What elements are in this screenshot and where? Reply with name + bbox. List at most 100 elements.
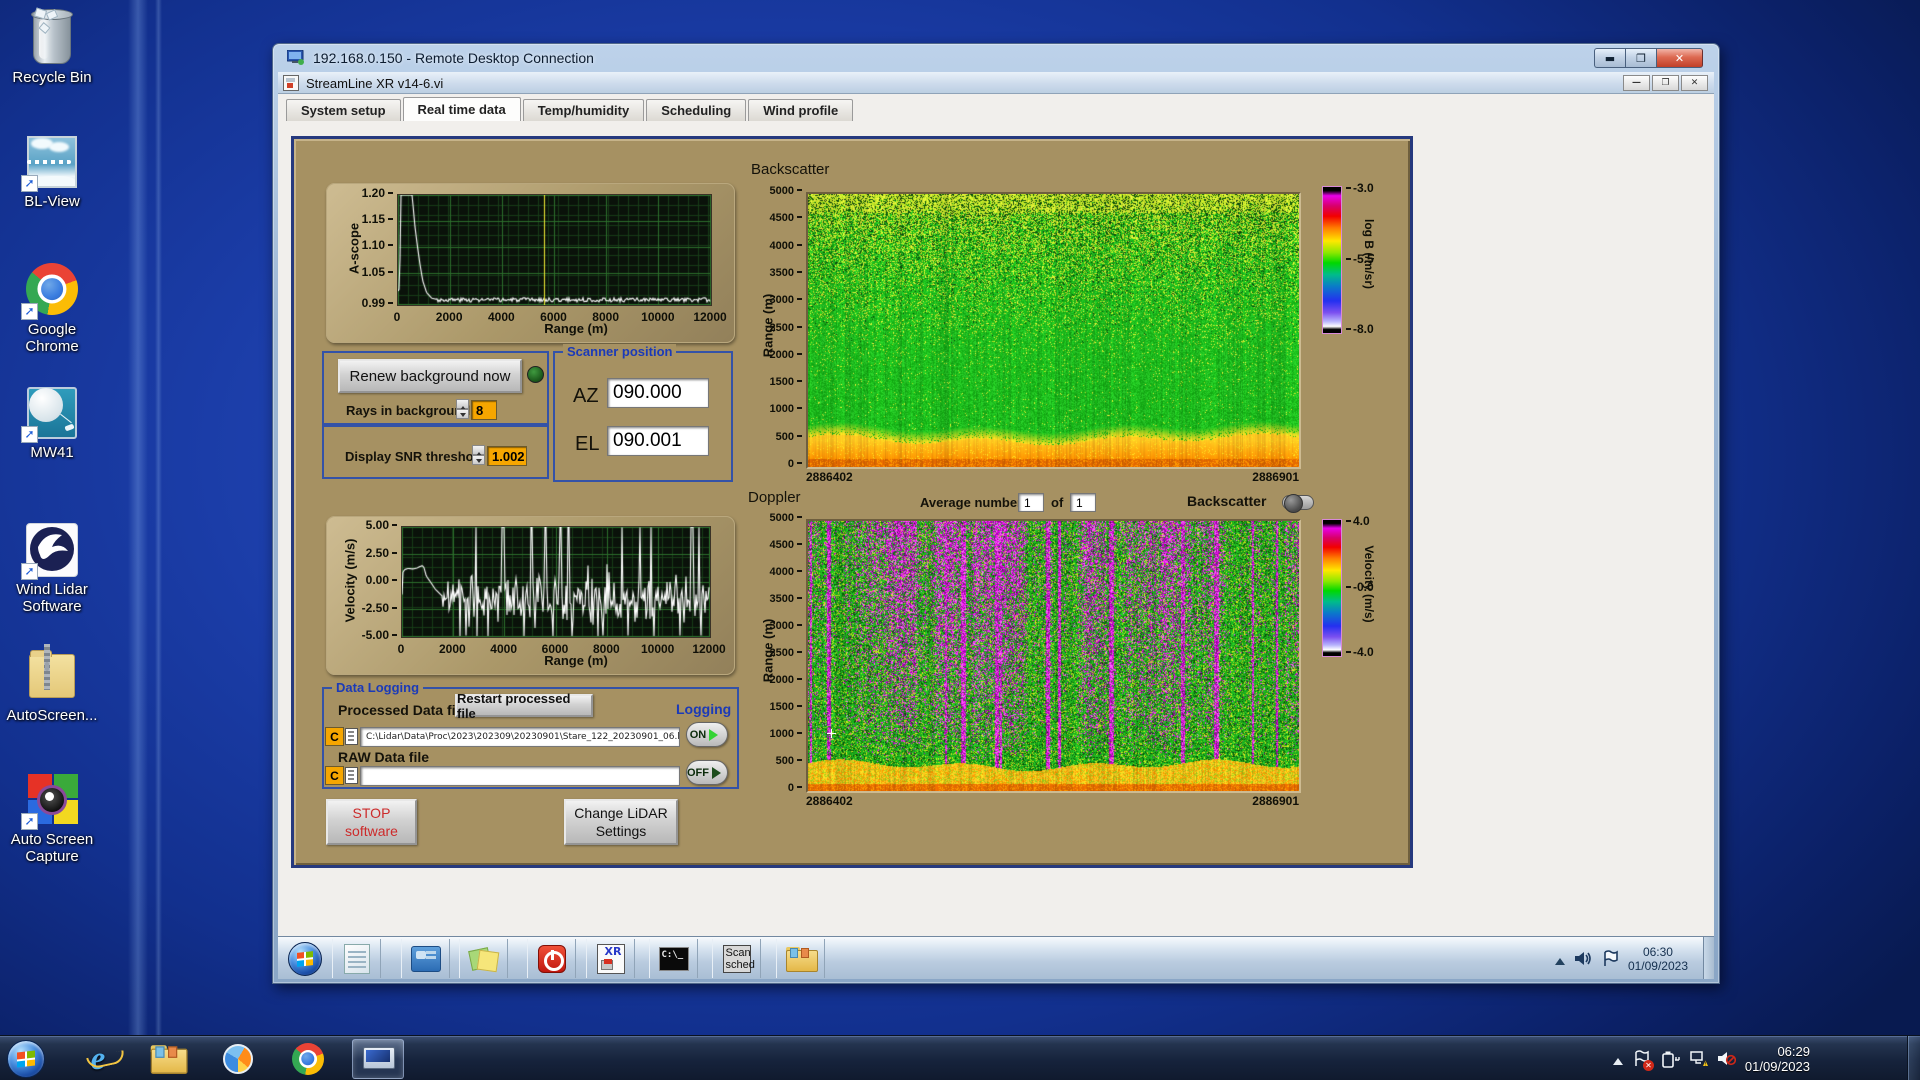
renew-background-button[interactable]: Renew background now [338,359,522,393]
desktop-icon-google-chrome[interactable]: ➚ Google Chrome [4,262,100,355]
display-settings-icon [410,945,441,972]
action-center-flag-error-icon[interactable]: ✕ [1633,1049,1654,1071]
x-tick-label: 8000 [592,642,620,656]
velocity-plot-canvas[interactable] [401,526,711,638]
change-lidar-settings-button[interactable]: Change LiDAR Settings [564,799,678,845]
desktop-icon-bl-view[interactable]: ➚ BL-View [4,134,100,210]
remote-clock[interactable]: 06:30 01/09/2023 [1628,945,1688,973]
network-warning-icon[interactable]: ! [1689,1050,1708,1068]
average-number-field[interactable]: 1 [1018,493,1044,512]
remote-taskbar-streamline-vi[interactable]: XR [586,939,635,978]
y-tick-label: -5.00 [349,628,397,642]
desktop-icon-autoscreen-zip[interactable]: AutoScreen... [4,644,100,724]
remote-start-button[interactable] [280,939,329,978]
taskbar-google-chrome[interactable] [288,1039,328,1079]
remote-taskbar-sticky-notes[interactable] [459,939,508,978]
show-desktop-button[interactable] [1907,1036,1920,1080]
taskbar-clock[interactable]: 06:29 01/09/2023 [1745,1044,1810,1074]
raw-drive-letter[interactable]: C [325,766,344,785]
az-value-field[interactable]: 090.000 [607,378,709,408]
start-button[interactable] [6,1039,46,1079]
tab-wind-profile[interactable]: Wind profile [748,99,854,121]
tab-system-setup[interactable]: System setup [286,99,401,121]
raw-path-field[interactable] [360,766,680,786]
rays-spinner[interactable] [456,399,469,419]
y-tick-label: 3500 [754,267,802,279]
desktop-icon-label: Auto Screen Capture [10,831,94,865]
doppler-x-end: 2886901 [1252,794,1299,808]
command-prompt-icon: C:\_ [658,946,689,971]
stop-software-button[interactable]: STOP software [326,799,417,845]
taskbar: e ✕ ! 06:29 01/09/2023 [0,1035,1920,1080]
remote-date: 01/09/2023 [1627,958,1688,973]
y-tick-label: 1500 [754,376,802,388]
taskbar-windows-media-player[interactable] [218,1039,258,1079]
y-tick-label: 0.00 [349,573,397,587]
remote-taskbar-folder[interactable] [776,939,825,978]
ascope-plot-canvas[interactable] [397,194,712,306]
desktop-icon-label: Wind Lidar Software [16,581,88,615]
doppler-heatmap-group: Range (m) 2886402 2886901 5000 4500 4000 35… [756,512,1356,813]
processed-drive-letter[interactable]: C [325,727,344,746]
speaker-muted-icon[interactable] [1717,1050,1737,1068]
vi-titlebar[interactable]: StreamLine XR v14-6.vi — ❐ ✕ [278,72,1714,94]
chrome-icon [292,1043,324,1075]
shortcut-arrow-icon: ➚ [21,813,38,830]
desktop-icon-recycle-bin[interactable]: Recycle Bin [4,7,100,86]
remote-taskbar-scan-scheduler[interactable]: Scan sched [712,939,761,978]
system-tray: ✕ ! 06:29 01/09/2023 [1612,1036,1810,1080]
raw-file-icon [345,767,358,784]
raw-logging-off-button[interactable]: OFF [686,760,728,785]
remote-taskbar-stop-software[interactable] [527,939,576,978]
az-label: AZ [573,385,599,407]
remote-tray-expand-icon[interactable] [1554,953,1565,965]
vi-close-button[interactable]: ✕ [1681,75,1708,91]
error-badge: ✕ [1642,1059,1654,1071]
on-led-icon [709,728,724,741]
rdp-titlebar[interactable]: 192.168.0.150 - Remote Desktop Connectio… [273,44,1719,72]
snr-spinner[interactable] [472,445,485,465]
tab-scheduling[interactable]: Scheduling [646,99,747,121]
remote-action-center-flag-icon[interactable] [1602,950,1619,967]
taskbar-internet-explorer[interactable]: e [78,1039,118,1079]
remote-show-desktop-button[interactable] [1703,937,1714,979]
off-label: OFF [687,766,709,779]
desktop-icon-mw41[interactable]: ➚ MW41 [4,385,100,461]
battery-plug-icon[interactable] [1661,1050,1680,1068]
tab-temp-humidity[interactable]: Temp/humidity [522,99,645,121]
vi-minimize-button[interactable]: — [1623,75,1650,91]
rdp-maximize-button[interactable]: ❐ [1625,48,1656,68]
backscatter-toggle-switch[interactable] [1282,494,1314,513]
raw-data-file-label: RAW Data file [338,749,430,765]
rdp-minimize-button[interactable]: ▬ [1594,48,1625,68]
desktop-icon-label: Google Chrome [25,321,79,355]
remote-taskbar-command-prompt[interactable]: C:\_ [649,939,698,978]
backscatter-x-end: 2886901 [1252,470,1299,484]
internet-explorer-icon: e [90,1040,106,1077]
tray-expand-icon[interactable] [1612,1053,1623,1065]
restart-processed-file-button[interactable]: Restart processed file [455,691,593,721]
taskbar-remote-desktop-active[interactable] [352,1039,404,1079]
rays-value-field[interactable]: 8 [471,400,497,420]
colorbar-tick-label: -8.0 [1346,322,1374,336]
processed-logging-on-button[interactable]: ON [686,722,728,747]
remote-taskbar-notepad[interactable] [332,939,381,978]
taskbar-file-explorer[interactable] [148,1039,188,1079]
average-total-field[interactable]: 1 [1070,493,1096,512]
remote-taskbar-display-settings[interactable] [401,939,450,978]
rdp-close-button[interactable]: ✕ [1656,48,1703,68]
snr-value-field[interactable]: 1.002 [487,446,527,466]
el-value-field[interactable]: 090.001 [607,426,709,456]
realtime-panel: A-scope Range (m) 1.20 1.15 1.10 1.05 0.99 0 2… [291,136,1413,868]
vi-restore-button[interactable]: ❐ [1652,75,1679,91]
scan-scheduler-icon: Scan sched [722,944,755,973]
backscatter-heatmap-canvas[interactable] [806,192,1301,469]
desktop-icon-auto-screen-capture[interactable]: ➚ Auto Screen Capture [4,772,100,865]
doppler-cursor-cross[interactable] [827,729,836,738]
tab-real-time-data[interactable]: Real time data [402,97,521,121]
processed-data-file-label: Processed Data file [338,702,468,718]
processed-path-field[interactable]: C:\Lidar\Data\Proc\2023\202309\20230901\… [360,727,680,747]
doppler-heatmap-canvas[interactable] [806,519,1301,793]
desktop-icon-wind-lidar[interactable]: ➚ Wind Lidar Software [4,522,100,615]
remote-speaker-icon[interactable] [1574,950,1593,967]
